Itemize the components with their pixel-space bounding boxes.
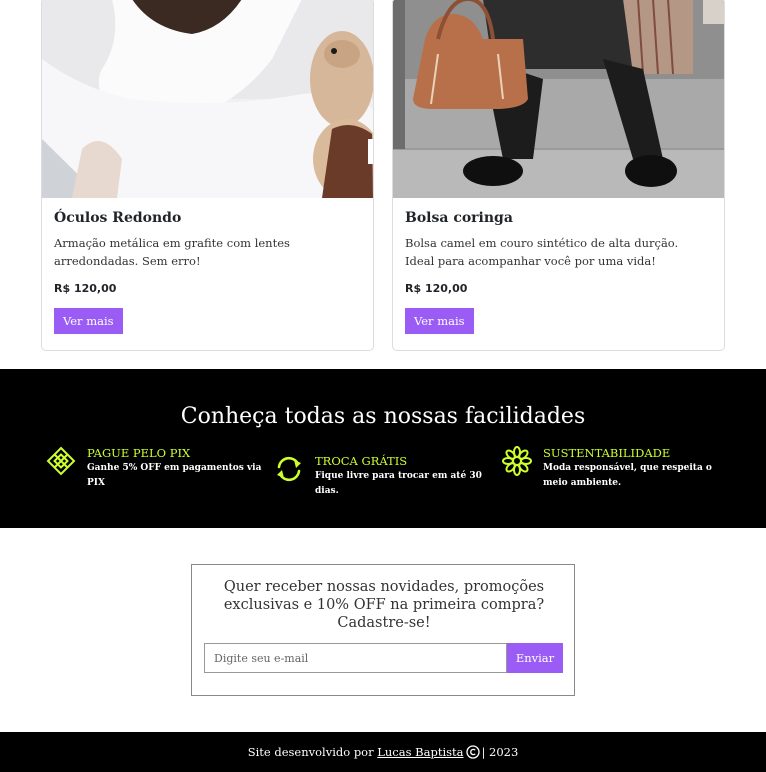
facility-item-sustainability: SUSTENTABILIDADE Moda responsável, que r… — [502, 446, 723, 491]
product-price: R$ 120,00 — [405, 282, 468, 295]
facility-description: Fique livre para trocar em até 30 dias. — [315, 471, 482, 496]
facility-text: PAGUE PELO PIX Ganhe 5% OFF em pagamento… — [87, 446, 262, 491]
copyright-icon — [465, 745, 480, 759]
product-description: Bolsa camel em couro sintético de alta d… — [405, 236, 679, 268]
card-body: Óculos Redondo Armação metálica em grafi… — [54, 209, 359, 334]
author-link[interactable]: Lucas Baptista — [377, 745, 463, 759]
facility-description: Ganhe 5% OFF em pagamentos via PIX — [87, 463, 262, 488]
facility-heading: PAGUE PELO PIX — [87, 446, 191, 460]
product-title: Bolsa coringa — [405, 210, 513, 226]
facility-item-pix: PAGUE PELO PIX Ganhe 5% OFF em pagamento… — [46, 446, 262, 491]
product-description: Armação metálica em grafite com lentes a… — [54, 236, 290, 268]
facility-heading: SUSTENTABILIDADE — [543, 446, 671, 460]
product-image — [393, 0, 724, 198]
facility-text: TROCA GRÁTIS Fique livre para trocar em … — [315, 454, 505, 499]
camel-handbag-photo — [393, 0, 724, 198]
product-card: Óculos Redondo Armação metálica em grafi… — [41, 0, 374, 351]
product-image — [42, 0, 373, 198]
diamond-grid-icon — [46, 446, 76, 476]
see-more-button[interactable]: Ver mais — [405, 308, 474, 334]
send-button[interactable]: Enviar — [507, 643, 563, 673]
facilities-title: Conheça todas as nossas facilidades — [180, 404, 586, 429]
product-title: Óculos Redondo — [54, 210, 182, 226]
facility-text: SUSTENTABILIDADE Moda responsável, que r… — [543, 446, 723, 491]
card-body: Bolsa coringa Bolsa camel em couro sinté… — [405, 209, 710, 334]
product-cards: Óculos Redondo Armação metálica em grafi… — [0, 0, 766, 369]
flower-icon — [502, 446, 532, 476]
woman-with-dog-photo — [42, 0, 373, 198]
footer: Site desenvolvido por Lucas Baptista | 2… — [0, 732, 766, 772]
exchange-arrows-icon — [274, 454, 304, 484]
newsletter-box: Quer receber nossas novidades, promoções… — [191, 564, 575, 696]
newsletter-text: Quer receber nossas novidades, promoções… — [223, 579, 545, 631]
email-input[interactable] — [204, 643, 507, 673]
see-more-button[interactable]: Ver mais — [54, 308, 123, 334]
facilities-section: Conheça todas as nossas facilidades PAGU… — [0, 369, 766, 528]
facility-item-exchange: TROCA GRÁTIS Fique livre para trocar em … — [274, 454, 505, 499]
footer-prefix: Site desenvolvido por — [247, 745, 374, 759]
footer-year: | 2023 — [481, 745, 519, 759]
newsletter-form: Enviar — [204, 643, 563, 673]
product-card: Bolsa coringa Bolsa camel em couro sinté… — [392, 0, 725, 351]
facility-heading: TROCA GRÁTIS — [315, 454, 408, 468]
facility-description: Moda responsável, que respeita o meio am… — [543, 463, 712, 488]
product-price: R$ 120,00 — [54, 282, 117, 295]
